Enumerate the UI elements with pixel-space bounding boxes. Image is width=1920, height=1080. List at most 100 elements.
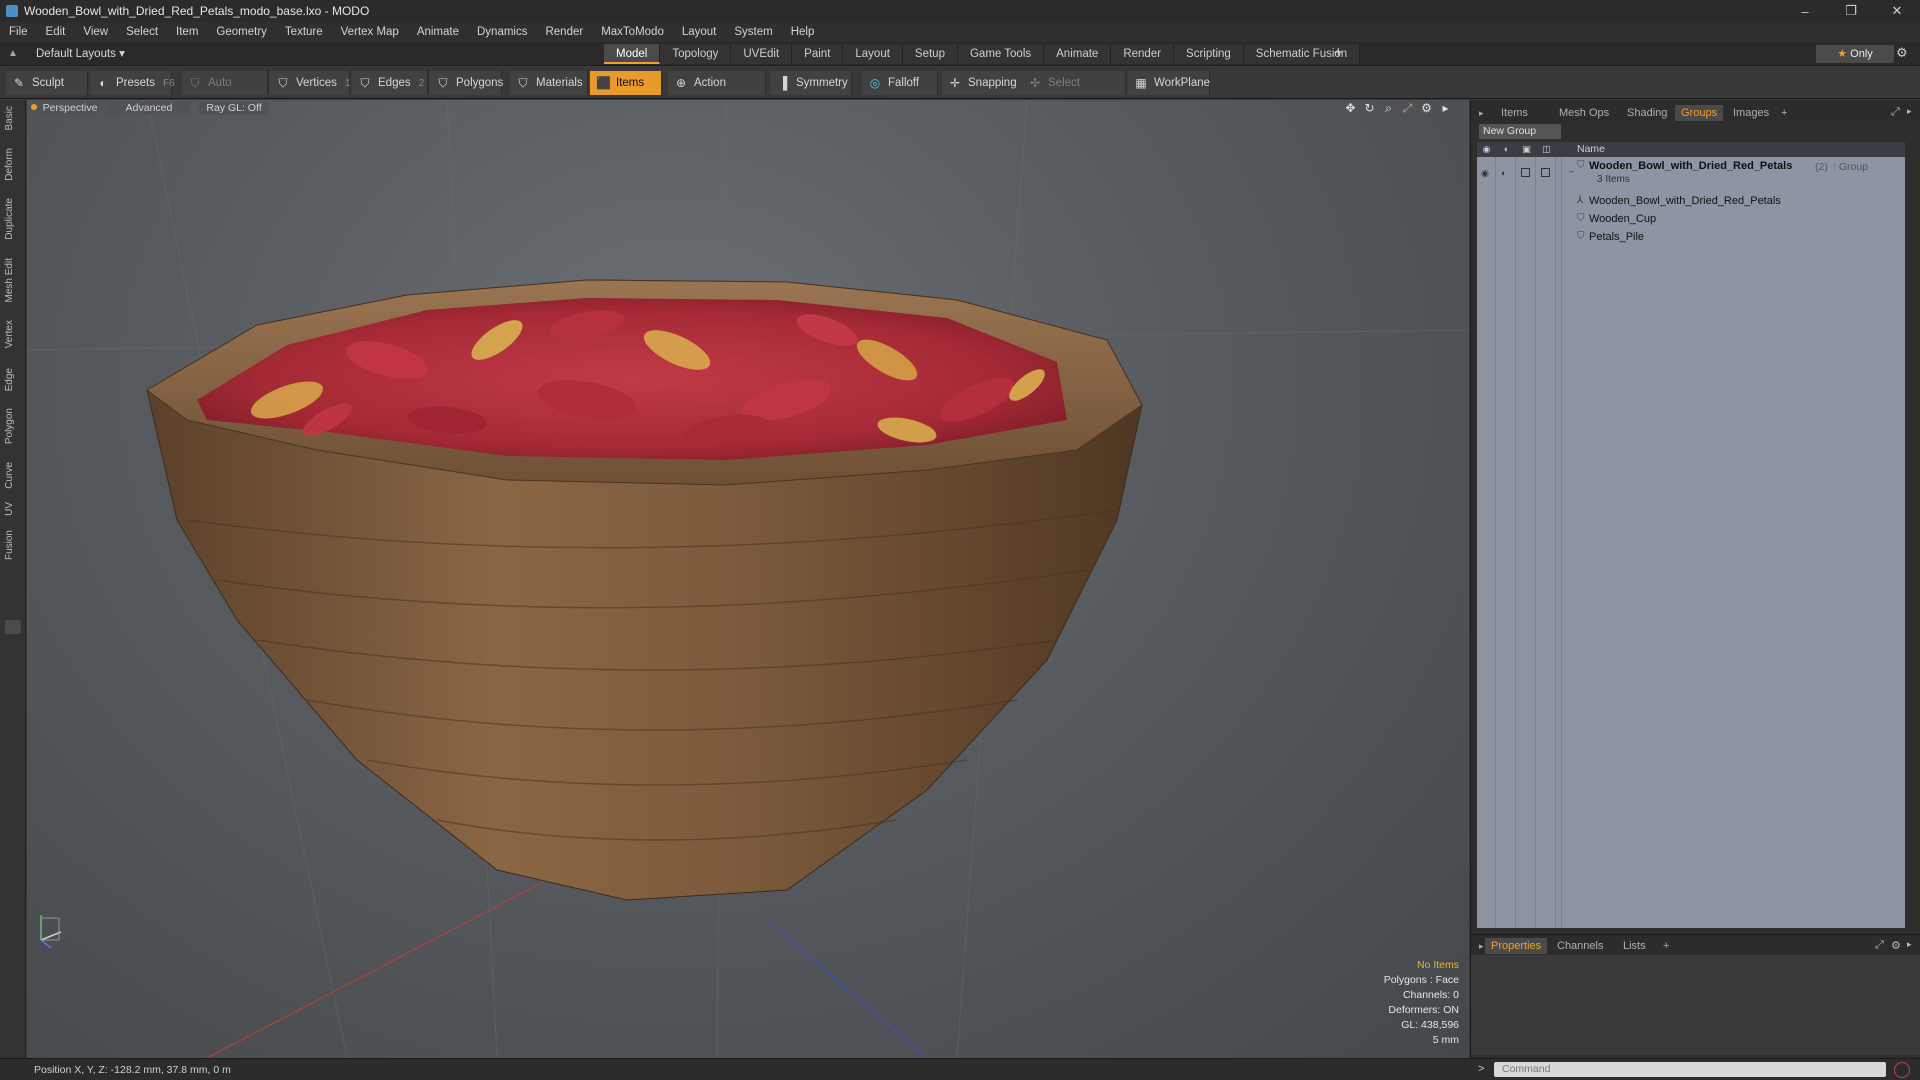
shading-advanced-button[interactable]: Advanced: [107, 102, 191, 115]
lock-checkbox[interactable]: [1521, 168, 1530, 177]
snapping-button[interactable]: ✛ Snapping: [942, 71, 1028, 95]
command-arrow-icon[interactable]: >: [1478, 1063, 1484, 1075]
zoom-icon[interactable]: ⌕: [1381, 101, 1396, 116]
panel-toggle-button[interactable]: [5, 620, 21, 634]
tab-game-tools[interactable]: Game Tools: [957, 44, 1045, 64]
tab-setup[interactable]: Setup: [902, 44, 958, 64]
tab-animate[interactable]: Animate: [1044, 44, 1112, 64]
polygons-button[interactable]: ⛉ Polygons: [430, 71, 503, 95]
vtab-edge[interactable]: Edge: [4, 368, 22, 391]
sculpt-button[interactable]: ✎ Sculpt: [6, 71, 88, 95]
eye-header-icon[interactable]: ◉: [1481, 144, 1492, 155]
viewport-menu-arrow-icon[interactable]: ▸: [1438, 101, 1453, 116]
restore-button[interactable]: ❐: [1828, 0, 1874, 22]
tab-render[interactable]: Render: [1111, 44, 1175, 64]
tab-scripting[interactable]: Scripting: [1174, 44, 1244, 64]
collapse-arrow-icon[interactable]: –: [1569, 166, 1574, 176]
tab-groups[interactable]: Groups: [1675, 105, 1724, 121]
visibility-eye-icon[interactable]: ◉: [1481, 168, 1489, 179]
tab-paint[interactable]: Paint: [792, 44, 844, 64]
add-tab-button[interactable]: +: [1334, 44, 1343, 61]
menu-item[interactable]: Item: [167, 26, 207, 38]
menu-select[interactable]: Select: [117, 26, 167, 38]
minimize-button[interactable]: –: [1782, 0, 1828, 22]
panel-arrow-icon[interactable]: ▸: [1907, 106, 1912, 117]
vtab-duplicate[interactable]: Duplicate: [4, 198, 22, 240]
materials-button[interactable]: ⛉ Materials: [510, 71, 588, 95]
vtab-uv[interactable]: UV: [4, 502, 22, 516]
layout-selector[interactable]: Default Layouts ▾: [36, 46, 125, 60]
layout-collapse-icon[interactable]: ▲: [8, 48, 20, 60]
properties-menu-icon[interactable]: ▸: [1479, 941, 1484, 952]
menu-edit[interactable]: Edit: [37, 26, 75, 38]
render-header-icon[interactable]: ◐: [1501, 144, 1512, 155]
auto-select-button[interactable]: ⛉ Auto Select: [182, 71, 268, 113]
vtab-polygon[interactable]: Polygon: [4, 408, 22, 444]
tab-lists[interactable]: Lists: [1617, 938, 1652, 954]
falloff-button[interactable]: ◎ Falloff: [862, 71, 938, 95]
properties-gear-icon[interactable]: ⚙: [1891, 939, 1901, 952]
tab-properties[interactable]: Properties: [1485, 938, 1548, 954]
presets-button[interactable]: ◐ Presets F6: [90, 71, 175, 95]
rotate-icon[interactable]: ↻: [1362, 101, 1377, 116]
close-button[interactable]: ✕: [1874, 0, 1920, 22]
vtab-mesh-edit[interactable]: Mesh Edit: [4, 258, 22, 302]
only-toggle[interactable]: ★ Only: [1816, 45, 1894, 63]
tab-topology[interactable]: Topology: [660, 44, 732, 64]
menu-help[interactable]: Help: [782, 26, 824, 38]
vtab-deform[interactable]: Deform: [4, 148, 22, 181]
command-input[interactable]: Command: [1494, 1062, 1886, 1077]
render-toggle-icon[interactable]: ◐: [1501, 168, 1506, 178]
view-perspective-button[interactable]: Perspective: [41, 102, 99, 115]
properties-arrow-icon[interactable]: ▸: [1907, 939, 1912, 950]
properties-add-button[interactable]: +: [1657, 938, 1675, 954]
list-item[interactable]: ⛉ Petals_Pile: [1477, 228, 1905, 246]
vtab-fusion[interactable]: Fusion: [4, 530, 22, 560]
symmetry-button[interactable]: ▐ Symmetry: [770, 71, 852, 95]
maximize-panel-icon[interactable]: ⤢: [1891, 106, 1900, 119]
menu-system[interactable]: System: [725, 26, 781, 38]
tab-shading[interactable]: Shading: [1621, 105, 1673, 121]
tab-images[interactable]: Images: [1727, 105, 1775, 121]
new-group-button[interactable]: New Group: [1479, 124, 1561, 139]
list-item[interactable]: ⛉ Wooden_Cup: [1477, 210, 1905, 228]
select-header-icon[interactable]: ◫: [1541, 144, 1552, 155]
vtab-curve[interactable]: Curve: [4, 462, 22, 489]
vtab-vertex[interactable]: Vertex: [4, 320, 22, 348]
name-column-header[interactable]: Name: [1577, 143, 1605, 155]
edges-button[interactable]: ⛉ Edges 2: [352, 71, 428, 95]
items-button[interactable]: ⬛ Items: [590, 71, 662, 95]
tab-items[interactable]: Items: [1495, 105, 1534, 121]
raygl-toggle[interactable]: Ray GL: Off: [199, 102, 269, 115]
menu-layout[interactable]: Layout: [673, 26, 726, 38]
3d-viewport[interactable]: Perspective Advanced Ray GL: Off ✥ ↻ ⌕ ⤢…: [27, 100, 1469, 1058]
list-item[interactable]: ⅄ Wooden_Bowl_with_Dried_Red_Petals: [1477, 192, 1905, 210]
menu-dynamics[interactable]: Dynamics: [468, 26, 536, 38]
viewport-gear-icon[interactable]: ⚙: [1419, 101, 1434, 116]
gear-icon[interactable]: ⚙: [1896, 45, 1908, 61]
tab-model[interactable]: Model: [604, 44, 661, 64]
tab-channels[interactable]: Channels: [1551, 938, 1609, 954]
menu-texture[interactable]: Texture: [276, 26, 332, 38]
fit-icon[interactable]: ⤢: [1400, 101, 1415, 116]
action-center-button[interactable]: ⊕ Action Center: [668, 71, 766, 113]
select-checkbox[interactable]: [1541, 168, 1550, 177]
workplane-button[interactable]: ▦ WorkPlane: [1128, 71, 1210, 95]
menu-view[interactable]: View: [74, 26, 117, 38]
tab-layout[interactable]: Layout: [843, 44, 903, 64]
panel-menu-icon[interactable]: ▸: [1479, 108, 1484, 119]
menu-animate[interactable]: Animate: [408, 26, 468, 38]
menu-vertex-map[interactable]: Vertex Map: [332, 26, 408, 38]
tab-uvedit[interactable]: UVEdit: [731, 44, 793, 64]
command-history-button[interactable]: [1894, 1062, 1910, 1078]
tab-mesh-ops[interactable]: Mesh Ops: [1553, 105, 1615, 121]
select-through-button[interactable]: ✣ Select Through: [1022, 71, 1126, 113]
properties-maximize-icon[interactable]: ⤢: [1875, 939, 1884, 952]
menu-render[interactable]: Render: [536, 26, 592, 38]
tab-add-button[interactable]: +: [1775, 105, 1793, 121]
menu-file[interactable]: File: [0, 26, 37, 38]
viewport-dot-icon[interactable]: [31, 104, 37, 110]
lock-header-icon[interactable]: ▣: [1521, 144, 1532, 155]
group-row[interactable]: ◉ ◐ – ⛉ Wooden_Bowl_with_Dried_Red_Petal…: [1477, 158, 1905, 190]
menu-maxtomodo[interactable]: MaxToModo: [592, 26, 673, 38]
